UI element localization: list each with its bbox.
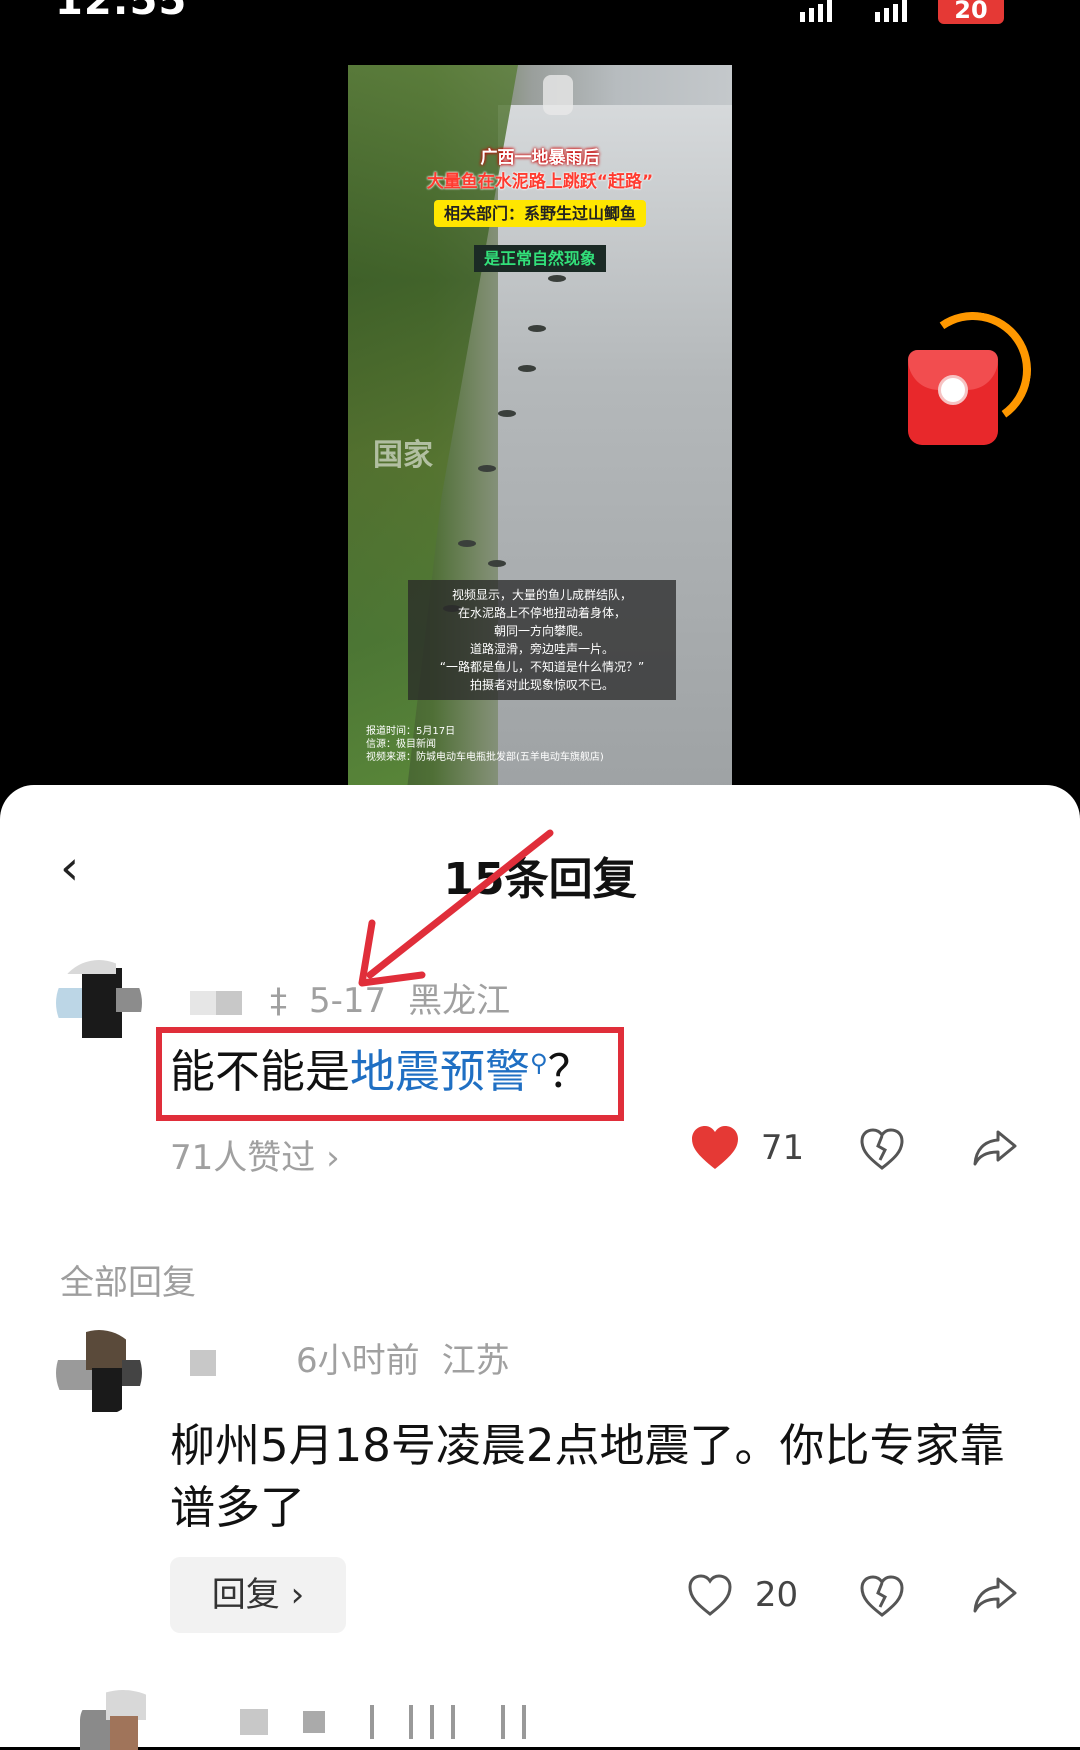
reply-dislike-icon[interactable] [860, 1575, 904, 1617]
reply-like-button[interactable]: 20 [688, 1573, 798, 1616]
all-replies-label: 全部回复 [60, 1263, 196, 1303]
status-time: 12:55 [55, 0, 188, 24]
next-avatar[interactable] [80, 1690, 166, 1750]
dislike-icon[interactable] [860, 1128, 904, 1170]
video-source-meta: 报道时间：5月17日 信源：极目新闻 视频来源：防城电动车电瓶批发部(五羊电动车… [366, 726, 604, 763]
video-watermark: 国家 [373, 438, 433, 473]
video-caption-yellow: 相关部门：系野生过山鲫鱼 [433, 200, 646, 227]
reply-text: 柳州5月18号凌晨2点地震了。你比专家靠谱多了 [170, 1419, 1005, 1534]
reply-button[interactable]: 回复 › [170, 1557, 346, 1633]
signal-icon [800, 0, 836, 22]
reply-sheet: ‹ 15条回复 ‡ 5-17 黑龙江 能不能是地震预警⚲？ 71人赞过 › 71 全… [0, 785, 1080, 1750]
heart-outline-icon [688, 1573, 732, 1616]
next-comment-meta [240, 1705, 526, 1739]
battery-indicator: 20 [938, 0, 1004, 24]
video-caption-green: 是正常自然现象 [473, 245, 606, 272]
video-rider [543, 75, 573, 115]
reply-like-count: 20 [754, 1574, 799, 1615]
video-description: 视频显示，大量的鱼儿成群结队， 在水泥路上不停地扭动着身体， 朝同一方向攀爬。 … [408, 580, 676, 700]
heart-filled-icon [692, 1126, 738, 1169]
reply-meta: 6小时前 江苏 [190, 1333, 532, 1382]
avatar[interactable] [56, 960, 142, 1046]
video-caption-line2: 大量鱼在水泥路上跳跃“赶路” [426, 172, 654, 192]
video-player[interactable]: 广西一地暴雨后 大量鱼在水泥路上跳跃“赶路” 相关部门：系野生过山鲫鱼 是正常自… [348, 65, 732, 785]
signal-icon-2 [875, 0, 911, 22]
reply-avatar[interactable] [56, 1330, 142, 1416]
like-button[interactable]: 71 [690, 1125, 804, 1171]
highlight-box [156, 1027, 624, 1121]
annotation-arrow [358, 829, 554, 987]
likes-link[interactable]: 71人赞过 › [170, 1130, 340, 1179]
video-caption-line1: 广西一地暴雨后 [480, 148, 600, 168]
reply-share-icon[interactable] [972, 1575, 1018, 1615]
share-icon[interactable] [972, 1128, 1018, 1168]
red-packet-icon[interactable] [908, 350, 998, 445]
like-count: 71 [760, 1128, 805, 1168]
